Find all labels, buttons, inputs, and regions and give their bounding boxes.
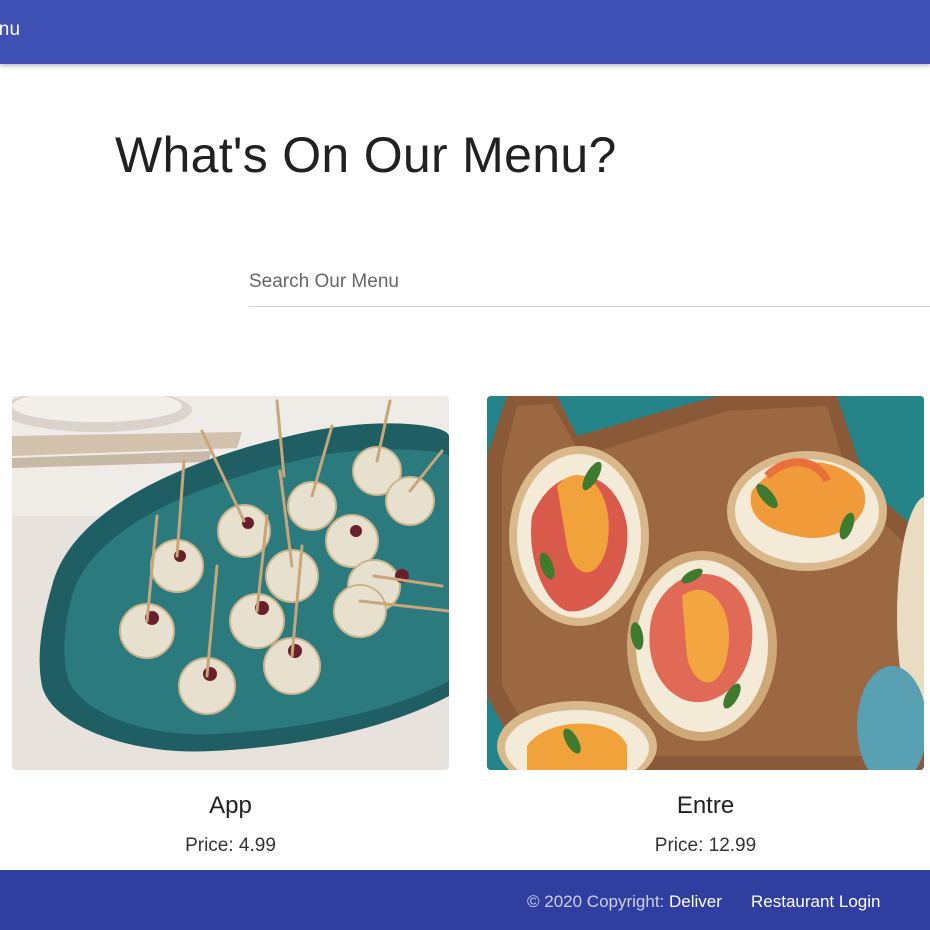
menu-item-price: Price: 4.99 [185, 835, 276, 856]
page-footer: © 2020 Copyright: Deliver Restaurant Log… [0, 870, 930, 930]
page-title: What's On Our Menu? [115, 127, 617, 183]
search-field [249, 262, 930, 307]
copyright-prefix: © 2020 Copyright: [527, 892, 669, 911]
menu-item-name[interactable]: Entre [487, 792, 924, 820]
restaurant-login-link[interactable]: Restaurant Login [751, 892, 880, 912]
search-input[interactable] [249, 262, 930, 302]
menu-item-image-app[interactable] [12, 396, 449, 770]
menu-item-name[interactable]: App [12, 792, 449, 820]
nav-title[interactable]: enu [0, 19, 20, 41]
top-app-bar: enu [0, 0, 930, 64]
copyright-text: © 2020 Copyright: Deliver [527, 892, 722, 912]
menu-item-image-entre[interactable] [487, 396, 924, 770]
menu-item-price: Price: 12.99 [654, 835, 757, 856]
brand-link[interactable]: Deliver [669, 892, 722, 911]
